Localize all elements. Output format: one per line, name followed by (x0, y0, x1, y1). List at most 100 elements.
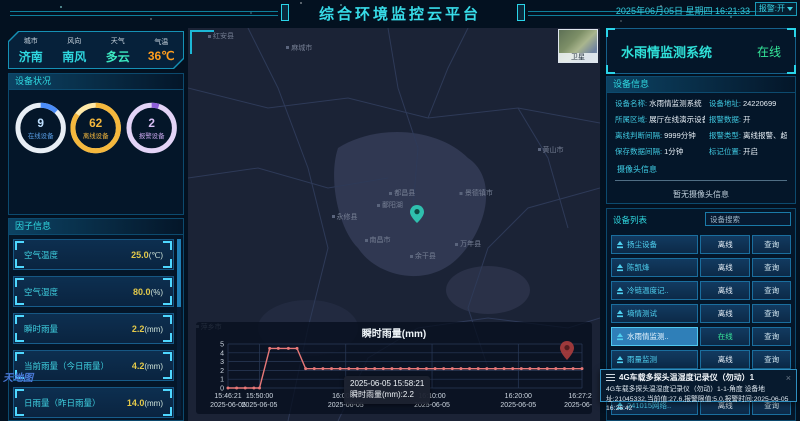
system-panel[interactable]: 水雨情监测系统 在线 (606, 28, 796, 74)
weather-cell: 风向 南风 (53, 32, 97, 68)
factor-value: 2.2(mm) (132, 324, 163, 334)
weather-label: 气温 (154, 37, 168, 47)
weather-label: 风向 (67, 36, 81, 46)
query-button[interactable]: 查询 (752, 350, 791, 369)
factor-item[interactable]: 瞬时雨量 2.2(mm) (13, 313, 174, 344)
svg-text:离线设备: 离线设备 (83, 131, 109, 140)
device-row: 冷链温度记.. 离线 查询 (611, 281, 791, 300)
toast-body: 4G车载多探头温湿度记录仪（勿动）1-1-角度 设备地址:21045332,当前… (606, 385, 791, 414)
field-value: 24220699 (743, 99, 776, 108)
device-name: 墒情测试 (627, 308, 657, 319)
field-value: 水雨情监测系统 (649, 99, 702, 108)
weather-items: 城市 济南 风向 南风 天气 多云 气温 36℃ (9, 32, 183, 68)
status-ring: 9在线设备 (13, 100, 68, 156)
system-status-badge: 在线 (757, 43, 781, 60)
satellite-layer-toggle[interactable]: 卫星 (558, 29, 598, 63)
device-status-header: 设备状况 (9, 74, 183, 90)
factor-item[interactable]: 当前雨量（今日雨量） 4.2(mm) (13, 350, 174, 381)
factor-label: 瞬时雨量 (24, 323, 58, 335)
factor-label: 当前雨量（今日雨量） (24, 360, 109, 372)
field-label: 设备名称: (615, 99, 647, 108)
map-place-label: 永修县 (332, 212, 358, 222)
weather-bar: 城市 济南 风向 南风 天气 多云 气温 36℃ (8, 31, 184, 69)
dashboard: 综合环境监控云平台 2025年06月05日 星期四 16:21:33 报警:开 (0, 0, 800, 421)
factor-item[interactable]: 空气湿度 80.0(%) (13, 276, 174, 307)
query-button[interactable]: 查询 (752, 258, 791, 277)
device-info-field: 报警类型:离线报警、超限报警 (709, 130, 787, 141)
device-info-field: 标记位置:开启 (709, 146, 787, 157)
system-name: 水雨情监测系统 (621, 42, 712, 61)
svg-text:16:27:23: 16:27:23 (568, 393, 592, 400)
device-row: 水雨情监测.. 在线 查询 (611, 327, 791, 346)
device-name-cell[interactable]: 扬尘设备 (611, 235, 698, 254)
factor-unit: (mm) (144, 325, 163, 334)
svg-text:2: 2 (220, 368, 224, 375)
device-name-cell[interactable]: 墒情测试 (611, 304, 698, 323)
device-list-header: 设备列表 (607, 209, 795, 231)
field-label: 报警类型: (709, 131, 741, 140)
field-label: 报警数据: (709, 115, 741, 124)
alarm-toast: 4G车载多探头温湿度记录仪（勿动）1 × 4G车载多探头温湿度记录仪（勿动）1-… (600, 369, 797, 402)
device-row: 墒情测试 离线 查询 (611, 304, 791, 323)
device-info-field: 设备名称:水雨情监测系统 (615, 98, 705, 109)
device-name: 陈凯烽 (627, 262, 650, 273)
map-place-label: 鄱阳湖 (377, 200, 403, 210)
satellite-toggle-label: 卫星 (559, 53, 597, 62)
close-icon[interactable]: × (786, 373, 791, 383)
chart-tooltip: 2025-06-05 15:58:21 瞬时雨量(mm):2.2 (344, 376, 430, 404)
rainfall-chart-panel: 瞬时雨量(mm) 01234515:46:212025-06-0515:50:0… (196, 322, 592, 414)
field-label: 设备地址: (709, 99, 741, 108)
svg-text:15:46:21: 15:46:21 (214, 393, 241, 400)
device-name: 扬尘设备 (627, 239, 657, 250)
device-status-panel: 设备状况 9在线设备62离线设备2报警设备 (8, 73, 184, 215)
device-icon (616, 333, 624, 341)
svg-text:15:50:00: 15:50:00 (246, 393, 273, 400)
factor-unit: (mm) (144, 399, 163, 408)
map-place-label: 黄山市 (538, 145, 564, 155)
device-icon (616, 264, 624, 272)
field-value: 1分钟 (664, 147, 683, 156)
list-icon (606, 374, 615, 381)
svg-text:62: 62 (89, 116, 103, 130)
tooltip-value: 瞬时雨量(mm):2.2 (350, 390, 424, 401)
device-status: 离线 (700, 304, 750, 323)
factor-unit: (mm) (144, 362, 163, 371)
query-button[interactable]: 查询 (752, 327, 791, 346)
device-name-cell[interactable]: 冷链温度记.. (611, 281, 698, 300)
chart-title: 瞬时雨量(mm) (196, 325, 592, 340)
device-status: 离线 (700, 235, 750, 254)
svg-text:16:20:00: 16:20:00 (505, 393, 532, 400)
factor-info-header: 因子信息 (9, 219, 183, 235)
query-button[interactable]: 查询 (752, 235, 791, 254)
factor-scrollbar-thumb[interactable] (177, 239, 181, 307)
starfield-decoration (0, 0, 2, 2)
device-name: 水雨情监测.. (627, 331, 669, 342)
device-search-input[interactable] (705, 212, 791, 226)
factor-value: 4.2(mm) (132, 361, 163, 371)
map-place-label: 余干县 (410, 251, 436, 261)
map-place-label: 南昌市 (365, 235, 391, 245)
toast-title: 4G车载多探头温湿度记录仪（勿动）1 (619, 372, 782, 383)
map-attribution: 天地图 (3, 369, 33, 384)
device-name-cell[interactable]: 水雨情监测.. (611, 327, 698, 346)
weather-value: 多云 (106, 48, 130, 65)
factor-value: 80.0(%) (133, 287, 163, 297)
weather-value: 36℃ (148, 49, 175, 63)
svg-text:1: 1 (220, 377, 224, 384)
map-place-label: 麻城市 (286, 43, 312, 53)
status-ring: 62离线设备 (68, 100, 123, 156)
device-name-cell[interactable]: 雨量监测 (611, 350, 698, 369)
chevron-down-icon (787, 7, 793, 11)
alarm-toggle-dropdown[interactable]: 报警:开 (755, 2, 797, 16)
factor-item[interactable]: 日雨量（昨日雨量） 14.0(mm) (13, 387, 174, 418)
query-button[interactable]: 查询 (752, 281, 791, 300)
camera-info-tab[interactable]: 摄像头信息 (617, 164, 657, 175)
query-button[interactable]: 查询 (752, 304, 791, 323)
weather-value: 南风 (62, 48, 86, 65)
datetime-display: 2025年06月05日 星期四 16:21:33 (616, 4, 750, 17)
factor-item[interactable]: 空气温度 25.0(℃) (13, 239, 174, 270)
device-list-title: 设备列表 (613, 214, 647, 226)
device-name-cell[interactable]: 陈凯烽 (611, 258, 698, 277)
factor-scrollbar[interactable] (177, 239, 181, 416)
svg-text:5: 5 (220, 342, 224, 349)
